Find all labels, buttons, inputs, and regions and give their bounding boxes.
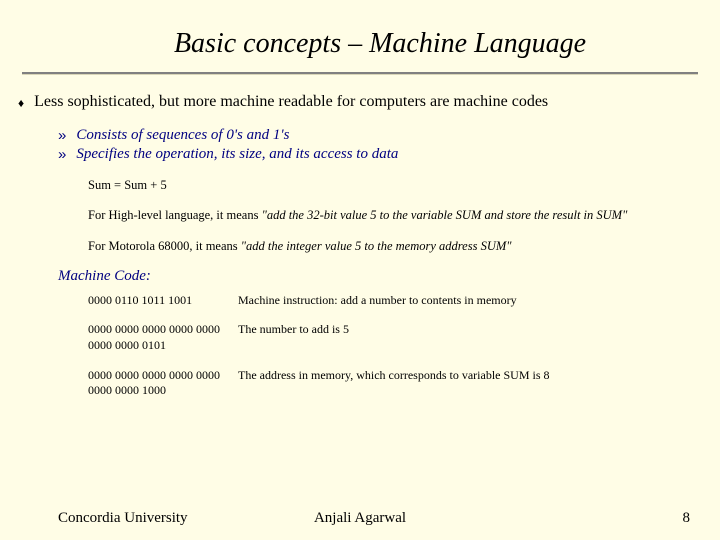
footer-center: Anjali Agarwal — [314, 510, 406, 527]
text-italic: "add the 32-bit value 5 to the variable … — [262, 208, 628, 222]
sub-bullet: » Consists of sequences of 0's and 1's — [58, 127, 720, 144]
sub-bullet-text: Specifies the operation, its size, and i… — [76, 146, 398, 163]
text-italic: "add the integer value 5 to the memory a… — [241, 239, 512, 253]
mc-bits: 0000 0110 1011 1001 — [88, 293, 238, 309]
mc-desc: The number to add is 5 — [238, 322, 700, 338]
main-bullet-text: Less sophisticated, but more machine rea… — [34, 93, 548, 111]
example-code: Sum = Sum + 5 — [88, 177, 690, 193]
footer-page-number: 8 — [683, 510, 691, 527]
sub-bullet-text: Consists of sequences of 0's and 1's — [76, 127, 289, 144]
sub-bullet: » Specifies the operation, its size, and… — [58, 146, 720, 163]
slide-title: Basic concepts – Machine Language — [0, 0, 720, 72]
arrow-icon: » — [58, 127, 66, 144]
table-row: 0000 0110 1011 1001 Machine instruction:… — [88, 293, 700, 309]
example-motorola: For Motorola 68000, it means "add the in… — [88, 238, 690, 254]
text: For High-level language, it means — [88, 208, 262, 222]
example-block: Sum = Sum + 5 For High-level language, i… — [88, 177, 690, 254]
mc-bits: 0000 0000 0000 0000 0000 0000 0000 1000 — [88, 368, 238, 399]
main-bullet: ♦ Less sophisticated, but more machine r… — [18, 93, 702, 113]
table-row: 0000 0000 0000 0000 0000 0000 0000 1000 … — [88, 368, 700, 399]
divider-bottom — [22, 74, 698, 75]
mc-bits: 0000 0000 0000 0000 0000 0000 0000 0101 — [88, 322, 238, 353]
machine-code-table: 0000 0110 1011 1001 Machine instruction:… — [88, 293, 700, 399]
example-highlevel: For High-level language, it means "add t… — [88, 207, 690, 223]
text: For Motorola 68000, it means — [88, 239, 241, 253]
table-row: 0000 0000 0000 0000 0000 0000 0000 0101 … — [88, 322, 700, 353]
footer: Concordia University Anjali Agarwal 8 — [0, 510, 720, 527]
machine-code-header: Machine Code: — [58, 268, 720, 285]
footer-left: Concordia University — [58, 510, 188, 527]
mc-desc: The address in memory, which corresponds… — [238, 368, 700, 384]
mc-desc: Machine instruction: add a number to con… — [238, 293, 700, 309]
diamond-icon: ♦ — [18, 93, 24, 113]
sub-bullet-list: » Consists of sequences of 0's and 1's »… — [58, 127, 720, 163]
arrow-icon: » — [58, 146, 66, 163]
